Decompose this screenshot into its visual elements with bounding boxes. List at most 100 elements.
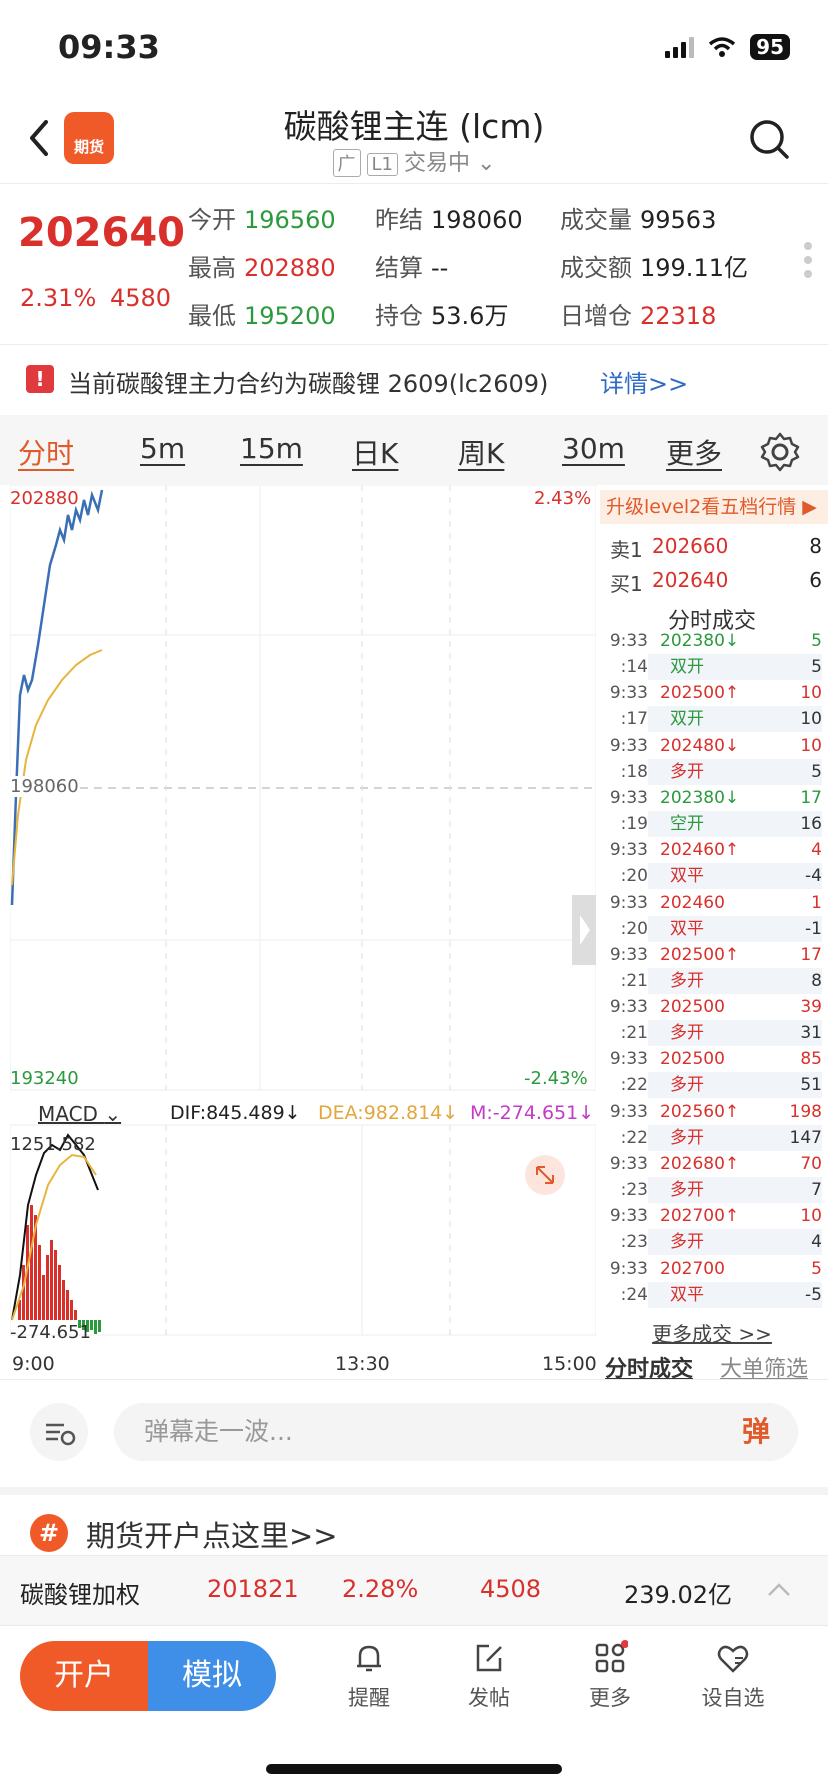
bid-row: 买1 202640 6 xyxy=(610,568,822,596)
weighted-change: 4508 xyxy=(480,1575,542,1603)
tick-kind: 多开 xyxy=(648,1020,766,1047)
tick-volume: 17 xyxy=(800,787,822,808)
tick-kind: 空开 xyxy=(648,810,766,837)
tick-time: 9:33 xyxy=(609,1258,648,1279)
tick-row: 9:33 202500↑ 17:21 多开 8 xyxy=(604,942,822,994)
tick-row: 9:33 202380↓ 5:14 双开 5 xyxy=(604,628,822,680)
tick-volume: 10 xyxy=(800,735,822,756)
tab-30m[interactable]: 30m xyxy=(562,432,625,465)
open-account-promo[interactable]: 期货开户点这里>> xyxy=(86,1513,338,1555)
tab-5m[interactable]: 5m xyxy=(140,432,185,465)
indicator-selector[interactable]: MACD ⌄ xyxy=(38,1102,121,1126)
open-price: 今开 196560 xyxy=(188,206,336,234)
tick-second: :17 xyxy=(620,709,648,730)
tick-volume: 1 xyxy=(811,892,822,913)
tick-kind: 多开 xyxy=(648,1177,766,1203)
tick-kind: 双开 xyxy=(648,654,766,680)
intraday-chart[interactable] xyxy=(10,485,596,1375)
tick-time: 9:33 xyxy=(609,1049,648,1070)
tick-time: 9:33 xyxy=(609,1101,648,1122)
tick-volume: 4 xyxy=(811,840,822,861)
chart-max-price: 202880 xyxy=(10,488,79,509)
status-icons: 95 xyxy=(665,34,790,60)
tick-kind: 双平 xyxy=(648,1281,766,1308)
tick-price: 202500↑ xyxy=(660,944,740,965)
tab-15m[interactable]: 15m xyxy=(240,432,303,465)
tick-price: 202700 xyxy=(660,1258,725,1279)
tab-weekly-k[interactable]: 周K xyxy=(458,432,504,472)
danmaku-input[interactable]: 弹幕走一波... xyxy=(114,1403,798,1461)
tick-row: 9:33 202460 1:20 双平 -1 xyxy=(604,890,822,942)
nav-more[interactable]: 更多 xyxy=(565,1640,655,1712)
divider xyxy=(0,1487,828,1495)
tick-row: 9:33 202380↓ 17:19 空开 16 xyxy=(604,785,822,837)
tick-kind: 多开 xyxy=(648,1072,766,1099)
tick-oi-change: 8 xyxy=(766,967,822,994)
divider xyxy=(0,183,828,184)
tick-time: 9:33 xyxy=(609,631,648,651)
search-icon[interactable] xyxy=(748,118,790,160)
tick-oi-change: -5 xyxy=(766,1281,822,1308)
grid-icon xyxy=(595,1640,628,1673)
tick-second: :20 xyxy=(620,918,648,939)
tick-price: 202700↑ xyxy=(660,1206,740,1227)
tick-price: 202480↓ xyxy=(660,735,740,756)
trading-status: 交易中 xyxy=(404,151,471,176)
tick-time: 9:33 xyxy=(609,840,648,861)
tick-price: 202500↑ xyxy=(660,683,740,704)
more-ticks-link[interactable]: 更多成交 >> xyxy=(596,1318,828,1347)
danmaku-icon xyxy=(46,1423,76,1446)
macd-top-value: 1251.582 xyxy=(10,1134,96,1155)
tick-row: 9:33 202700↑ 10:23 多开 4 xyxy=(604,1203,822,1256)
tick-time: 9:33 xyxy=(609,944,648,965)
tick-volume: 10 xyxy=(800,1206,822,1227)
notice-details-link[interactable]: 详情>> xyxy=(600,364,688,399)
change-amount: 4580 xyxy=(110,284,172,312)
high-price: 最高 202880 xyxy=(188,254,336,282)
tick-oi-change: 7 xyxy=(766,1177,822,1203)
settle-price: 结算 -- xyxy=(375,254,449,282)
tick-oi-change: 51 xyxy=(766,1072,822,1099)
more-options-icon[interactable] xyxy=(804,242,812,278)
tick-second: :22 xyxy=(620,1075,648,1096)
tab-intraday[interactable]: 分时 xyxy=(18,432,74,472)
tick-time: 9:33 xyxy=(609,1154,648,1174)
divider xyxy=(0,1379,828,1380)
trading-status-selector[interactable]: 广 L1 交易中 ⌄ xyxy=(0,145,828,177)
tick-second: :20 xyxy=(620,866,648,887)
simulate-button[interactable]: 模拟 xyxy=(148,1641,276,1711)
exchange-tag: 广 xyxy=(332,149,361,177)
chevron-up-icon[interactable] xyxy=(766,1580,792,1598)
tick-volume: 85 xyxy=(800,1049,822,1070)
open-account-button[interactable]: 开户 xyxy=(20,1641,148,1711)
tick-row: 9:33 202560↑ 198:22 多开 147 xyxy=(604,1099,822,1151)
tick-time: 9:33 xyxy=(609,683,648,704)
time-axis-start: 9:00 xyxy=(12,1353,55,1375)
tick-price: 202560↑ xyxy=(660,1101,740,1122)
tab-daily-k[interactable]: 日K xyxy=(352,432,398,472)
level2-upgrade-button[interactable]: 升级level2看五档行情 ▶ xyxy=(600,490,828,524)
chart-min-pct: -2.43% xyxy=(524,1068,588,1089)
tick-oi-change: 10 xyxy=(766,706,822,733)
nav-reminder[interactable]: 提醒 xyxy=(324,1640,414,1712)
tick-second: :22 xyxy=(620,1127,648,1148)
tick-price: 202460 xyxy=(660,892,725,913)
ask-row: 卖1 202660 8 xyxy=(610,534,822,562)
danmaku-send-button[interactable]: 弹 xyxy=(742,1410,770,1450)
bell-icon xyxy=(357,1645,381,1672)
tick-oi-change: 4 xyxy=(766,1229,822,1256)
tick-second: :14 xyxy=(620,657,648,677)
tick-kind: 多开 xyxy=(648,1124,766,1151)
tick-volume: 17 xyxy=(800,944,822,965)
gear-icon[interactable] xyxy=(758,430,802,474)
macd-m: M:-274.651↓ xyxy=(470,1102,595,1124)
danmaku-toggle[interactable] xyxy=(30,1403,88,1461)
nav-add-watchlist[interactable]: 设自选 xyxy=(688,1640,778,1712)
tab-more[interactable]: 更多 xyxy=(666,432,722,472)
tick-price: 202500 xyxy=(660,1049,725,1070)
tick-oi-change: 5 xyxy=(766,758,822,785)
nav-post[interactable]: 发帖 xyxy=(444,1640,534,1712)
tick-oi-change: 5 xyxy=(766,654,822,680)
battery-level: 95 xyxy=(750,34,790,60)
chart-min-price: 193240 xyxy=(10,1068,79,1089)
